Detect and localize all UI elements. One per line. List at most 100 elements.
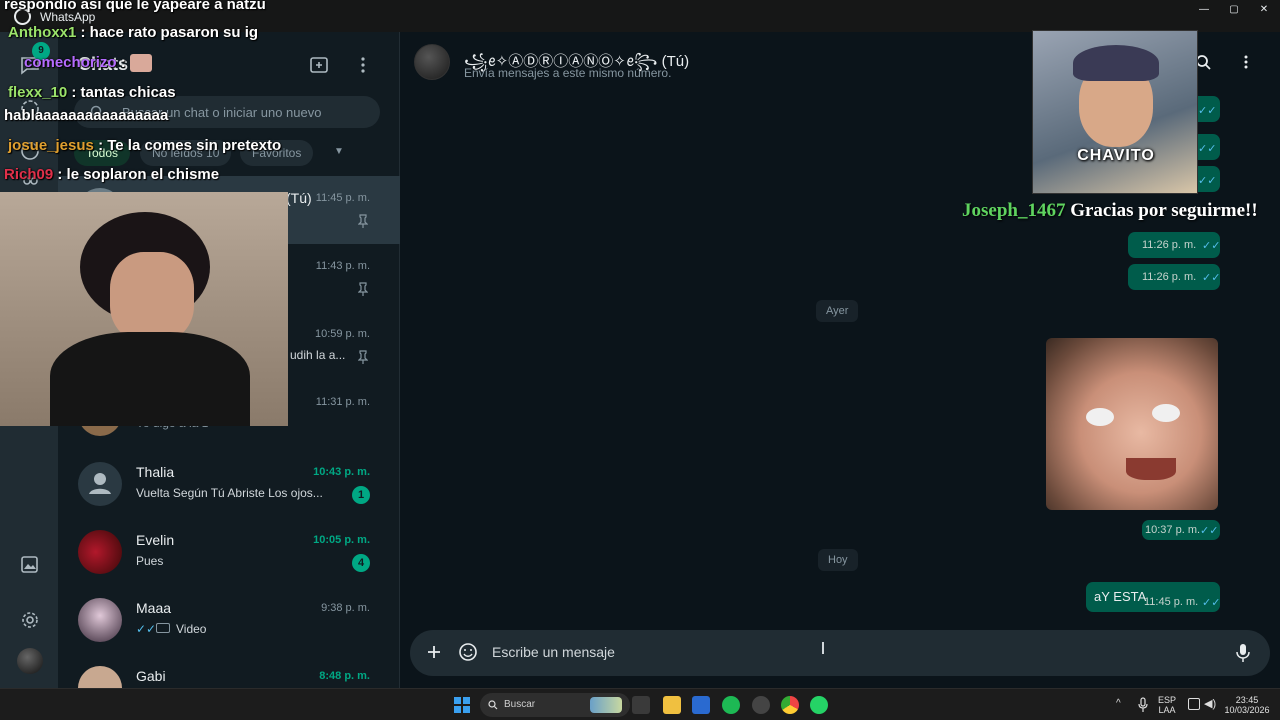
video-icon (156, 623, 170, 633)
chat-row[interactable]: Maaa 9:38 p. m. ✓✓ Video (58, 586, 400, 654)
new-chat-icon[interactable] (308, 54, 330, 76)
obs-icon[interactable] (752, 696, 770, 714)
double-check-icon: ✓✓ (1202, 240, 1221, 252)
message-input-placeholder[interactable]: Escribe un mensaje (492, 644, 615, 660)
day-separator: Ayer (816, 300, 859, 322)
windows-taskbar: Buscar ^ ESP LAA ◀) 23:45 10/03/2026 (0, 688, 1280, 720)
chat-time: 11:31 p. m. (315, 396, 370, 408)
stream-chat-text: : (120, 54, 126, 71)
windows-start-icon[interactable] (454, 697, 470, 713)
stream-chat-text: : le soplaron el chisme (57, 166, 220, 183)
stream-chat-user: Rich09 (4, 166, 54, 183)
profile-avatar[interactable] (17, 648, 43, 674)
menu-kebab-icon[interactable] (352, 54, 374, 76)
chat-time: 10:05 p. m. (313, 534, 370, 546)
avatar (78, 462, 122, 506)
whatsapp-taskbar-icon[interactable] (810, 696, 828, 714)
clock-date: 10/03/2026 (1224, 705, 1270, 715)
maximize-button[interactable]: ▢ (1224, 4, 1244, 18)
double-check-icon: ✓✓ (1202, 272, 1221, 284)
image-message-footer: 10:37 p. m. ✓✓ (1142, 520, 1220, 540)
stream-chat-text: respondio asi que le yapeare a natzu (4, 0, 266, 13)
chat-time: 8:48 p. m. (319, 670, 370, 682)
follower-alert-image: CHAVITO (1032, 30, 1198, 194)
taskbar-search[interactable]: Buscar (480, 693, 630, 717)
stream-chat-text: : hace rato pasaron su ig (80, 24, 259, 41)
chat-name: (Tú) (286, 190, 312, 206)
photo-mouth (1126, 458, 1176, 480)
double-check-icon: ✓✓ (136, 622, 157, 636)
microphone-icon[interactable] (1138, 697, 1148, 713)
stream-chat-line: hablaaaaaaaaaaaaaaaa (4, 107, 168, 124)
chat-row[interactable]: Thalia 10:43 p. m. Vuelta Según Tú Abris… (58, 450, 400, 518)
chat-preview: Video (176, 622, 207, 636)
chat-name: Evelin (136, 532, 175, 548)
language-indicator[interactable]: ESP LAA (1158, 695, 1176, 715)
language-layout: LAA (1158, 705, 1176, 715)
media-gallery-icon[interactable] (19, 554, 41, 576)
alert-cap (1073, 45, 1159, 81)
contact-subtitle: Envía mensajes a este mismo número. (464, 66, 672, 80)
attach-plus-icon[interactable] (426, 644, 442, 660)
webcam-person-body (50, 332, 250, 426)
pin-icon (358, 282, 368, 296)
double-check-icon: ✓✓ (1198, 143, 1217, 155)
double-check-icon: ✓✓ (1202, 597, 1221, 609)
unread-badge: 4 (352, 554, 370, 572)
close-button[interactable]: ✕ (1254, 4, 1274, 18)
follower-message: Gracias por seguirme!! (1070, 200, 1258, 221)
chat-row[interactable]: Gabi 8:48 p. m. (58, 654, 400, 688)
message-composer[interactable]: Escribe un mensaje (410, 630, 1270, 676)
stream-chat-line: comechorizo : (24, 54, 152, 73)
photo-eye (1152, 404, 1180, 422)
chat-row[interactable]: Evelin 10:05 p. m. Pues 4 (58, 518, 400, 586)
task-view-icon[interactable] (632, 696, 650, 714)
filter-more-chevron-icon[interactable]: ▼ (334, 146, 344, 157)
chat-name: Thalia (136, 464, 175, 480)
stream-chat-user: Anthoxx1 (8, 24, 77, 41)
text-cursor-icon (822, 642, 824, 654)
stream-chat-line: flexx_10 : tantas chicas (8, 84, 176, 101)
alert-caption: CHAVITO (1077, 147, 1155, 164)
stream-chat-line: josue_jesus : Te la comes sin pretexto (8, 137, 281, 154)
message-bubble[interactable]: aY ESTA 11:45 p. m. ✓✓ (1086, 582, 1220, 612)
menu-kebab-icon[interactable] (1238, 54, 1254, 70)
emote-icon (129, 54, 152, 73)
chat-time: 10:59 p. m. (314, 328, 370, 340)
webcam-person-face (110, 252, 194, 342)
pin-icon (358, 350, 368, 364)
stream-chat-text: : tantas chicas (71, 84, 176, 101)
clock[interactable]: 23:45 10/03/2026 (1222, 695, 1272, 715)
tray-chevron-icon[interactable]: ^ (1116, 698, 1121, 709)
chat-preview: udih la a... (290, 348, 346, 362)
image-message[interactable] (1046, 338, 1218, 510)
message-bubble[interactable]: 11:26 p. m. ✓✓ (1128, 232, 1220, 258)
chrome-icon[interactable] (781, 696, 799, 714)
message-time: 11:26 p. m. (1142, 271, 1197, 283)
contact-avatar[interactable] (414, 44, 450, 80)
unread-badge: 1 (352, 486, 370, 504)
chat-time: 10:43 p. m. (313, 466, 370, 478)
file-explorer-icon[interactable] (663, 696, 681, 714)
stream-chat-user: flexx_10 (8, 84, 68, 101)
spotify-icon[interactable] (722, 696, 740, 714)
taskbar-search-label: Buscar (504, 699, 536, 710)
language-code: ESP (1158, 695, 1177, 705)
volume-icon[interactable]: ◀) (1204, 697, 1216, 710)
minimize-button[interactable]: — (1194, 4, 1214, 18)
microphone-icon[interactable] (1236, 643, 1250, 663)
stream-chat-line: Rich09 : le soplaron el chisme (4, 166, 219, 183)
settings-gear-icon[interactable] (19, 609, 41, 631)
stream-chat-text: hablaaaaaaaaaaaaaaaa (4, 107, 169, 124)
search-icon (488, 700, 498, 710)
store-icon[interactable] (692, 696, 710, 714)
chat-time: 11:43 p. m. (315, 260, 370, 272)
emoji-sticker-icon[interactable] (458, 642, 478, 662)
stream-chat-user: comechorizo (24, 54, 117, 71)
stream-chat-line: respondio asi que le yapeare a natzu (4, 0, 266, 13)
network-icon[interactable] (1188, 698, 1200, 710)
avatar (78, 598, 122, 642)
chat-name: Maaa (136, 600, 172, 616)
message-bubble[interactable]: 11:26 p. m. ✓✓ (1128, 264, 1220, 290)
message-time: 10:37 p. m. (1145, 524, 1201, 536)
